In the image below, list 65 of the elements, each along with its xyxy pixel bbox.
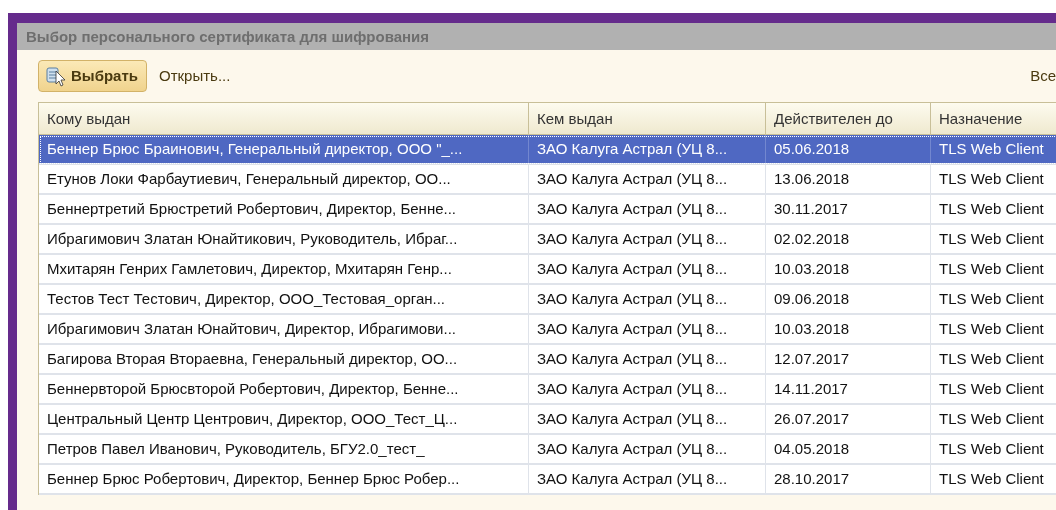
table-cell: Багирова Вторая Втораевна, Генеральный директор, ОО... bbox=[39, 345, 529, 373]
table-cell: ЗАО Калуга Астрал (УЦ 8... bbox=[529, 255, 766, 283]
table-cell: Петров Павел Иванович, Руководитель, БГУ2.0_тест_ bbox=[39, 435, 529, 463]
table-row[interactable]: Етунов Локи Фарбаутиевич, Генеральный директор, ОО... ЗАО Калуга Астрал (УЦ 8... 13.06.2018 TLS Web Client bbox=[39, 165, 1056, 195]
table-cell: TLS Web Client bbox=[931, 165, 1056, 193]
table-cell: 04.05.2018 bbox=[766, 435, 931, 463]
table-cell: TLS Web Client bbox=[931, 435, 1056, 463]
table-row[interactable]: Беннервторой Брюсвторой Робертович, Директор, Бенне... ЗАО Калуга Астрал (УЦ 8... 14.11.2017 TLS Web Client bbox=[39, 375, 1056, 405]
table-cell: TLS Web Client bbox=[931, 285, 1056, 313]
table-cell: Мхитарян Генрих Гамлетович, Директор, Мхитарян Генр... bbox=[39, 255, 529, 283]
list-cursor-icon bbox=[45, 65, 67, 87]
table-cell: ЗАО Калуга Астрал (УЦ 8... bbox=[529, 135, 766, 163]
window-title: Выбор персонального сертификата для шифрования bbox=[17, 23, 1056, 50]
all-actions-menu[interactable]: Все bbox=[1030, 64, 1056, 88]
table-row[interactable]: Беннер Брюс Браинович, Генеральный директор, ООО "_... ЗАО Калуга Астрал (УЦ 8... 05.06.2018 TLS Web Client bbox=[39, 135, 1056, 165]
table-cell: Беннер Брюс Браинович, Генеральный директор, ООО "_... bbox=[39, 135, 529, 163]
table-row[interactable]: Беннертретий Брюстретий Робертович, Директор, Бенне... ЗАО Калуга Астрал (УЦ 8... 30.11.2017 TLS Web Client bbox=[39, 195, 1056, 225]
table-cell: TLS Web Client bbox=[931, 345, 1056, 373]
table-row[interactable]: Багирова Вторая Втораевна, Генеральный директор, ОО... ЗАО Калуга Астрал (УЦ 8... 12.07.2017 TLS Web Client bbox=[39, 345, 1056, 375]
table-cell: TLS Web Client bbox=[931, 375, 1056, 403]
open-button[interactable]: Открыть... bbox=[157, 64, 233, 88]
table-row[interactable]: Тестов Тест Тестович, Директор, ООО_Тестовая_орган... ЗАО Калуга Астрал (УЦ 8... 09.06.2018 TLS Web Client bbox=[39, 285, 1056, 315]
table-cell: Беннертретий Брюстретий Робертович, Директор, Бенне... bbox=[39, 195, 529, 223]
table-cell: 13.06.2018 bbox=[766, 165, 931, 193]
table-cell: ЗАО Калуга Астрал (УЦ 8... bbox=[529, 165, 766, 193]
table-cell: TLS Web Client bbox=[931, 135, 1056, 163]
table-cell: TLS Web Client bbox=[931, 405, 1056, 433]
table-cell: 05.06.2018 bbox=[766, 135, 931, 163]
table-row[interactable]: Петров Павел Иванович, Руководитель, БГУ2.0_тест_ ЗАО Калуга Астрал (УЦ 8... 04.05.2018 TLS Web Client bbox=[39, 435, 1056, 465]
table-cell: ЗАО Калуга Астрал (УЦ 8... bbox=[529, 285, 766, 313]
table-cell: 12.07.2017 bbox=[766, 345, 931, 373]
table-cell: Ибрагимович Златан Юнайтикович, Руководитель, Ибраг... bbox=[39, 225, 529, 253]
table-row[interactable]: Ибрагимович Златан Юнайтикович, Руководитель, Ибраг... ЗАО Калуга Астрал (УЦ 8... 02.02.2018 TLS Web Client bbox=[39, 225, 1056, 255]
table-cell: Беннер Брюс Робертович, Директор, Беннер Брюс Робер... bbox=[39, 465, 529, 493]
table-cell: ЗАО Калуга Астрал (УЦ 8... bbox=[529, 405, 766, 433]
table-row[interactable]: Мхитарян Генрих Гамлетович, Директор, Мхитарян Генр... ЗАО Калуга Астрал (УЦ 8... 10.03.2018 TLS Web Client bbox=[39, 255, 1056, 285]
table-cell: Етунов Локи Фарбаутиевич, Генеральный директор, ОО... bbox=[39, 165, 529, 193]
table-cell: ЗАО Калуга Астрал (УЦ 8... bbox=[529, 345, 766, 373]
table-cell: TLS Web Client bbox=[931, 465, 1056, 493]
table-cell: 14.11.2017 bbox=[766, 375, 931, 403]
table-cell: 26.07.2017 bbox=[766, 405, 931, 433]
select-button[interactable]: Выбрать bbox=[38, 60, 147, 92]
table-cell: 09.06.2018 bbox=[766, 285, 931, 313]
table-cell: Беннервторой Брюсвторой Робертович, Директор, Бенне... bbox=[39, 375, 529, 403]
table-cell: ЗАО Калуга Астрал (УЦ 8... bbox=[529, 195, 766, 223]
table-row[interactable]: Центральный Центр Центрович, Директор, ООО_Тест_Ц... ЗАО Калуга Астрал (УЦ 8... 26.07.2017 TLS Web Client bbox=[39, 405, 1056, 435]
table-cell: TLS Web Client bbox=[931, 195, 1056, 223]
table-cell: TLS Web Client bbox=[931, 315, 1056, 343]
table-row[interactable]: Беннер Брюс Робертович, Директор, Беннер Брюс Робер... ЗАО Калуга Астрал (УЦ 8... 28.10.2017 TLS Web Client bbox=[39, 465, 1056, 495]
table-cell: Тестов Тест Тестович, Директор, ООО_Тестовая_орган... bbox=[39, 285, 529, 313]
table-cell: 10.03.2018 bbox=[766, 255, 931, 283]
table-cell: ЗАО Калуга Астрал (УЦ 8... bbox=[529, 225, 766, 253]
table-cell: 10.03.2018 bbox=[766, 315, 931, 343]
table-cell: ЗАО Калуга Астрал (УЦ 8... bbox=[529, 375, 766, 403]
table-cell: 28.10.2017 bbox=[766, 465, 931, 493]
table-cell: Центральный Центр Центрович, Директор, ООО_Тест_Ц... bbox=[39, 405, 529, 433]
table-cell: ЗАО Калуга Астрал (УЦ 8... bbox=[529, 465, 766, 493]
table-row[interactable]: Ибрагимович Златан Юнайтович, Директор, Ибрагимови... ЗАО Калуга Астрал (УЦ 8... 10.03.2018 TLS Web Client bbox=[39, 315, 1056, 345]
table-cell: TLS Web Client bbox=[931, 225, 1056, 253]
table-cell: Ибрагимович Златан Юнайтович, Директор, Ибрагимови... bbox=[39, 315, 529, 343]
table-cell: TLS Web Client bbox=[931, 255, 1056, 283]
table-cell: ЗАО Калуга Астрал (УЦ 8... bbox=[529, 315, 766, 343]
table-cell: ЗАО Калуга Астрал (УЦ 8... bbox=[529, 435, 766, 463]
table-cell: 02.02.2018 bbox=[766, 225, 931, 253]
table-cell: 30.11.2017 bbox=[766, 195, 931, 223]
